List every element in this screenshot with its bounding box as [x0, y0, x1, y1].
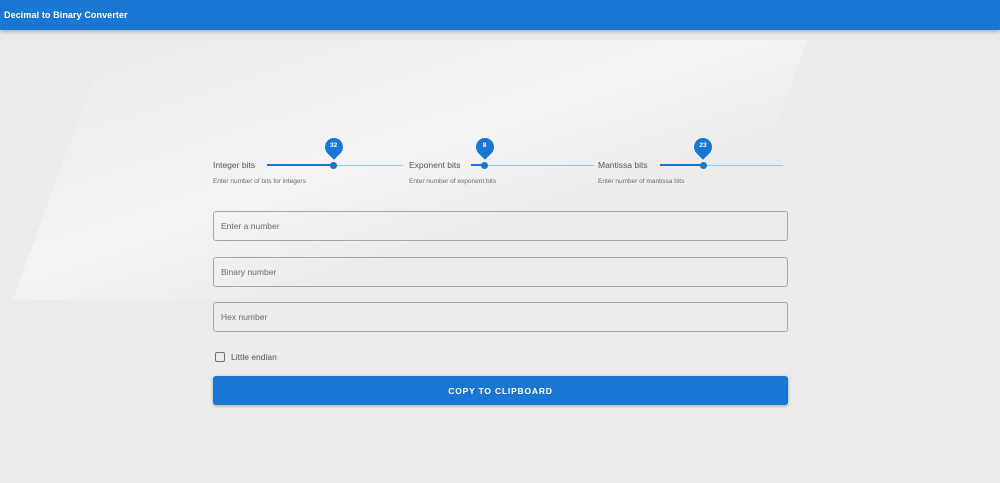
hex-output[interactable]	[221, 312, 787, 322]
exponent-bits-thumb[interactable]	[481, 161, 489, 169]
mantissa-bits-row: Mantissa bits	[598, 160, 783, 170]
little-endian-option[interactable]: Little endian	[215, 352, 277, 362]
number-input[interactable]	[221, 221, 787, 231]
exponent-bits-row: Exponent bits	[409, 160, 594, 170]
binary-field[interactable]	[213, 257, 788, 287]
integer-bits-slider-group: Integer bits 32 Enter number of bits for…	[213, 134, 403, 188]
app-page: Decimal to Binary Converter Integer bits…	[0, 0, 1000, 483]
app-bar: Decimal to Binary Converter	[0, 0, 1000, 30]
integer-bits-value: 32	[330, 142, 338, 149]
little-endian-label: Little endian	[231, 352, 277, 362]
mantissa-bits-value: 23	[699, 142, 707, 149]
integer-bits-helper: Enter number of bits for integers	[213, 178, 306, 185]
integer-bits-row: Integer bits	[213, 160, 403, 170]
mantissa-bits-fill	[660, 164, 704, 166]
hex-field[interactable]	[213, 302, 788, 332]
exponent-bits-slider-group: Exponent bits 8 Enter number of exponent…	[409, 134, 594, 188]
app-title: Decimal to Binary Converter	[4, 10, 128, 20]
integer-bits-thumb[interactable]	[330, 161, 338, 169]
integer-bits-fill	[267, 164, 334, 166]
mantissa-bits-slider-group: Mantissa bits 23 Enter number of mantiss…	[598, 134, 783, 188]
exponent-bits-value: 8	[482, 142, 487, 149]
integer-bits-label: Integer bits	[213, 160, 256, 170]
exponent-bits-label: Exponent bits	[409, 160, 461, 170]
mantissa-bits-helper: Enter number of mantissa bits	[598, 178, 685, 185]
number-field[interactable]	[213, 211, 788, 241]
binary-output[interactable]	[221, 267, 787, 277]
little-endian-checkbox[interactable]	[215, 352, 225, 362]
mantissa-bits-label: Mantissa bits	[598, 160, 648, 170]
copy-to-clipboard-button[interactable]: COPY TO CLIPBOARD	[213, 376, 788, 405]
mantissa-bits-thumb[interactable]	[699, 161, 707, 169]
exponent-bits-helper: Enter number of exponent bits	[409, 178, 497, 185]
exponent-bits-track[interactable]	[471, 164, 594, 166]
